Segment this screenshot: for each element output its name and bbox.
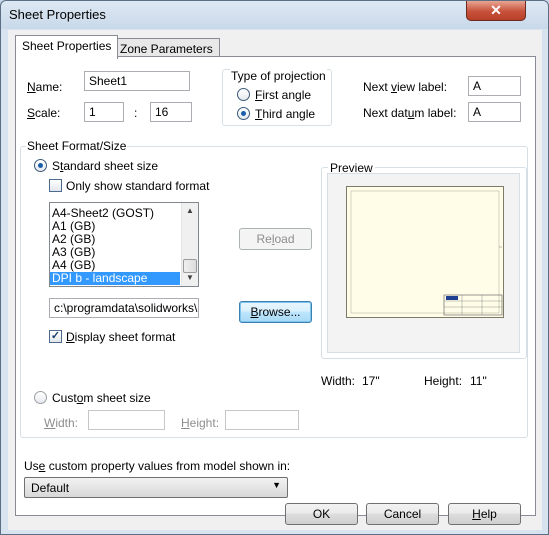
custom-property-label: Use custom property values from model sh… [24, 459, 291, 473]
scroll-up-icon[interactable]: ▲ [182, 203, 198, 219]
custom-size-label: Custom sheet size [52, 391, 151, 405]
custom-width-label: Width: [44, 416, 79, 430]
sheet-preview-image [346, 186, 504, 318]
only-standard-label: Only show standard format [66, 179, 210, 193]
custom-property-selected: Default [31, 481, 70, 495]
preview-height-value: 11" [470, 374, 487, 388]
ok-button[interactable]: OK [285, 503, 358, 525]
help-button[interactable]: Help [448, 503, 521, 525]
list-scrollbar[interactable]: ▲ ▼ [181, 203, 198, 286]
third-angle-label: Third angle [255, 107, 316, 121]
standard-size-radio[interactable] [34, 159, 47, 172]
display-format-label: Display sheet format [66, 330, 176, 344]
custom-height-field[interactable] [225, 410, 299, 430]
custom-property-dropdown[interactable]: Default ▼ [24, 477, 288, 498]
scale-numerator-field[interactable]: 1 [84, 102, 124, 122]
scroll-down-icon[interactable]: ▼ [182, 270, 198, 286]
first-angle-radio[interactable] [237, 88, 250, 101]
list-item-selected[interactable]: DPI b - landscape [50, 272, 180, 285]
title-block-drawing [350, 190, 503, 316]
dialog-client-area: Sheet Properties Zone Parameters Name: S… [8, 30, 542, 530]
sheet-format-group-title: Sheet Format/Size [26, 139, 128, 153]
sheet-properties-panel: Name: Sheet1 Scale: 1 : 16 Type of proje… [15, 56, 536, 516]
custom-height-label: Height: [181, 416, 220, 430]
standard-size-label: Standard sheet size [52, 159, 159, 173]
preview-width-value: 17" [362, 374, 380, 388]
cancel-button[interactable]: Cancel [366, 503, 439, 525]
window-title: Sheet Properties [9, 7, 106, 22]
tab-sheet-properties[interactable]: Sheet Properties [15, 35, 119, 59]
custom-size-radio[interactable] [34, 391, 47, 404]
scale-label: Scale: [27, 106, 61, 120]
scale-denominator-field[interactable]: 16 [150, 102, 192, 122]
next-view-label-field[interactable]: A [468, 76, 521, 96]
next-view-label-caption: Next view label: [363, 80, 448, 94]
tab-label: Zone Parameters [120, 42, 213, 56]
sheet-format-path-field[interactable]: c:\programdata\solidworks\ [49, 298, 199, 318]
chevron-down-icon: ▼ [272, 480, 281, 490]
preview-area [327, 173, 520, 353]
preview-width-label: Width: [321, 374, 356, 388]
third-angle-radio[interactable] [237, 107, 250, 120]
first-angle-label: First angle [255, 88, 312, 102]
browse-button[interactable]: Browse... [239, 301, 312, 323]
close-button[interactable]: ✕ [466, 1, 526, 21]
projection-group-title: Type of projection [230, 69, 327, 83]
scale-separator: : [134, 106, 138, 120]
next-datum-label-field[interactable]: A [468, 102, 521, 122]
display-format-checkbox[interactable]: ✓ [49, 330, 62, 343]
close-icon: ✕ [490, 2, 502, 18]
reload-button[interactable]: Reload [239, 228, 312, 250]
preview-height-label: Height: [424, 374, 463, 388]
sheet-format-list[interactable]: A4-Sheet2 (GOST) A1 (GB) A2 (GB) A3 (GB)… [49, 202, 199, 287]
tab-label: Sheet Properties [22, 39, 112, 53]
sheet-properties-dialog: Sheet Properties ✕ Sheet Properties Zone… [0, 0, 549, 535]
name-field[interactable]: Sheet1 [84, 71, 190, 91]
next-datum-label-caption: Next datum label: [363, 106, 457, 120]
only-standard-checkbox[interactable] [49, 179, 62, 192]
custom-width-field[interactable] [88, 410, 165, 430]
name-label: Name: [27, 80, 63, 94]
